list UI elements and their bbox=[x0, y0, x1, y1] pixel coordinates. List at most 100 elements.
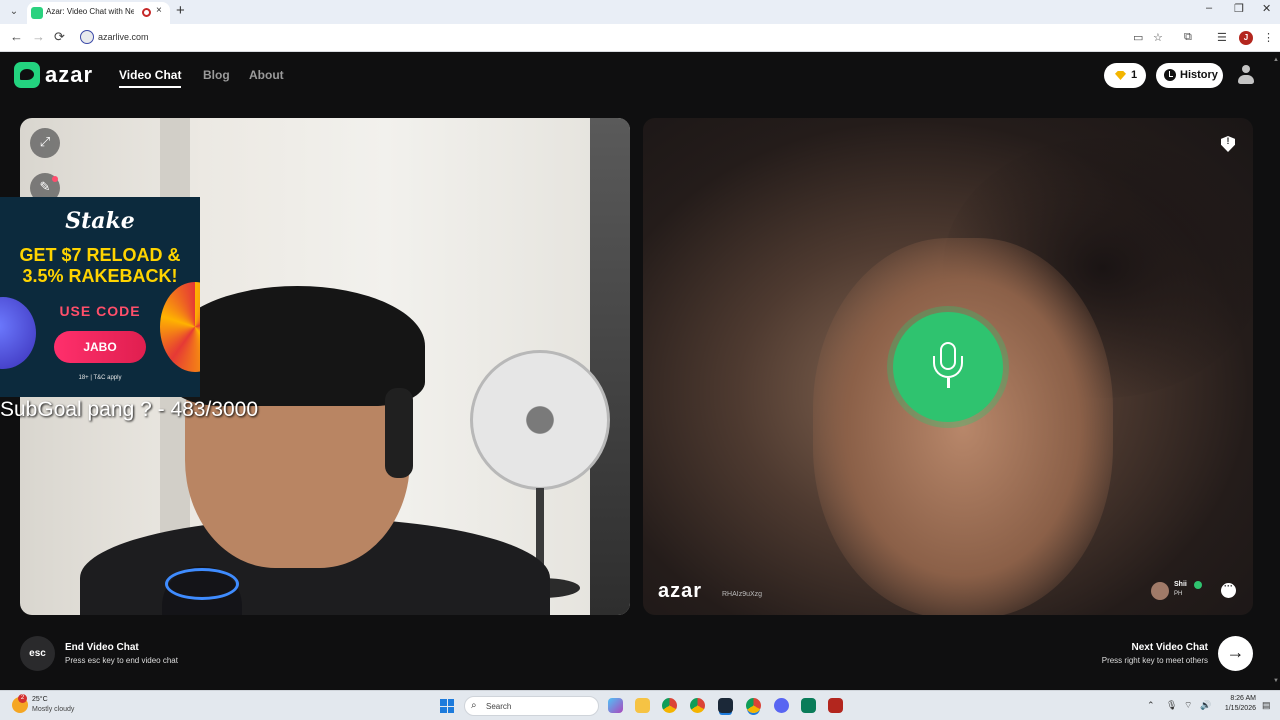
nav-about[interactable]: About bbox=[249, 68, 284, 82]
scroll-down-icon[interactable]: ▼ bbox=[1272, 678, 1280, 684]
search-icon: ⌕ bbox=[471, 700, 477, 711]
reload-button[interactable]: ⟳ bbox=[54, 29, 65, 45]
stake-ad-overlay: Stake GET $7 RELOAD & 3.5% RAKEBACK! USE… bbox=[0, 197, 200, 397]
end-chat-title: End Video Chat bbox=[65, 642, 139, 653]
dota-icon[interactable] bbox=[828, 698, 843, 713]
next-chat-title: Next Video Chat bbox=[1131, 642, 1209, 653]
remote-video: ! azar RHAIz9uXzg Shii PH ··· bbox=[643, 118, 1253, 615]
reading-list-icon[interactable]: ☰ bbox=[1217, 31, 1227, 44]
gem-icon bbox=[1115, 71, 1126, 80]
bookmark-star-icon[interactable]: ☆ bbox=[1153, 31, 1163, 44]
omnibox[interactable]: azarlive.com bbox=[74, 27, 1124, 49]
volume-icon[interactable]: 🔊 bbox=[1200, 700, 1211, 711]
weather-description[interactable]: Mostly cloudy bbox=[32, 706, 74, 713]
copilot-icon[interactable] bbox=[608, 698, 623, 713]
cast-icon[interactable]: ▭ bbox=[1133, 31, 1143, 44]
user-account-icon[interactable] bbox=[1237, 65, 1255, 85]
end-chat-hint: Press esc key to end video chat bbox=[65, 656, 178, 665]
ad-code-button: JABO bbox=[54, 331, 146, 363]
microphone-tray-icon[interactable]: 🎙 bbox=[1166, 700, 1177, 711]
search-label: Search bbox=[486, 702, 512, 711]
tab-close-icon[interactable]: × bbox=[156, 5, 162, 16]
fullscreen-button[interactable]: ⤢ bbox=[30, 128, 60, 158]
ad-terms: 18+ | T&C apply bbox=[78, 375, 122, 381]
expand-icon: ⤢ bbox=[39, 134, 51, 149]
weather-badge: 2 bbox=[18, 694, 27, 703]
person-hair bbox=[170, 286, 425, 406]
ad-headline-line-1: GET $7 RELOAD & bbox=[19, 245, 181, 265]
background-wall bbox=[590, 118, 630, 615]
next-chat-button[interactable]: → bbox=[1218, 636, 1253, 671]
ad-headline: GET $7 RELOAD & 3.5% RAKEBACK! bbox=[0, 245, 200, 287]
history-button[interactable]: History bbox=[1156, 63, 1223, 88]
maximize-button[interactable]: ❐ bbox=[1234, 2, 1244, 15]
ad-headline-line-2: 3.5% RAKEBACK! bbox=[22, 266, 178, 286]
recording-indicator-icon bbox=[142, 8, 151, 17]
close-window-button[interactable]: ✕ bbox=[1262, 2, 1271, 15]
peer-info[interactable]: Shii PH bbox=[1151, 580, 1211, 602]
next-chat-hint: Press right key to meet others bbox=[1101, 656, 1208, 665]
discord-icon[interactable] bbox=[774, 698, 789, 713]
history-clock-icon bbox=[1164, 69, 1176, 81]
tray-overflow-icon[interactable]: ⌃ bbox=[1147, 700, 1155, 711]
windows-taskbar: 2 25°C Mostly cloudy ⌕ Search ⌃ 🎙 ⌔ 🔊 8:… bbox=[0, 690, 1280, 720]
steam-icon[interactable] bbox=[718, 698, 733, 713]
chat-bubble-icon: ··· bbox=[1224, 581, 1233, 591]
network-icon[interactable]: ⌔ bbox=[1184, 700, 1192, 711]
scroll-up-icon[interactable]: ▲ bbox=[1272, 57, 1280, 63]
end-chat-button[interactable]: esc bbox=[20, 636, 55, 671]
nav-video-chat[interactable]: Video Chat bbox=[119, 68, 182, 88]
microphone-light-ring bbox=[165, 568, 239, 600]
verified-badge-icon bbox=[1194, 581, 1202, 589]
peer-name: Shii bbox=[1174, 581, 1187, 588]
azar-favicon-icon bbox=[31, 7, 43, 19]
active-tab[interactable]: Azar: Video Chat with New × bbox=[27, 2, 170, 24]
site-info-icon[interactable] bbox=[80, 30, 94, 44]
peer-avatar bbox=[1151, 582, 1169, 600]
chat-button[interactable]: ··· bbox=[1221, 581, 1236, 598]
profile-avatar[interactable]: J bbox=[1239, 31, 1253, 45]
azar-watermark: azar bbox=[658, 580, 703, 602]
electric-fan bbox=[470, 350, 610, 490]
gems-button[interactable]: 1 bbox=[1104, 63, 1146, 88]
chrome-icon[interactable] bbox=[662, 698, 677, 713]
app-icon[interactable] bbox=[801, 698, 816, 713]
voice-indicator bbox=[893, 312, 1003, 422]
history-label: History bbox=[1180, 69, 1218, 81]
nav-blog[interactable]: Blog bbox=[203, 68, 230, 82]
extensions-icon[interactable]: ⧉ bbox=[1184, 31, 1192, 44]
notification-dot bbox=[52, 176, 58, 182]
forward-button[interactable]: → bbox=[32, 29, 45, 44]
taskbar-time[interactable]: 8:26 AM bbox=[1230, 695, 1256, 702]
start-windows-icon[interactable] bbox=[440, 699, 454, 713]
gem-count: 1 bbox=[1131, 69, 1138, 81]
weather-temperature[interactable]: 25°C bbox=[32, 696, 48, 703]
back-button[interactable]: ← bbox=[10, 29, 23, 44]
tab-search-icon[interactable]: ⌄ bbox=[6, 4, 22, 20]
site-header: azar Video Chat Blog About 1 History bbox=[0, 53, 1280, 98]
url-text[interactable]: azarlive.com bbox=[98, 32, 149, 42]
tab-title: Azar: Video Chat with New bbox=[46, 7, 134, 16]
shield-exclamation: ! bbox=[1226, 136, 1230, 146]
taskbar-search[interactable]: ⌕ Search bbox=[464, 696, 599, 716]
peer-country: PH bbox=[1174, 591, 1183, 597]
ad-brand: Stake bbox=[65, 208, 135, 234]
ad-wheel-graphic bbox=[160, 282, 200, 372]
chrome-profile-icon[interactable] bbox=[690, 698, 705, 713]
tab-strip: ⌄ Azar: Video Chat with New × + – ❐ ✕ bbox=[0, 0, 1280, 24]
site-logo-text[interactable]: azar bbox=[45, 62, 93, 88]
remote-user-id: RHAIz9uXzg bbox=[722, 591, 763, 598]
azar-logo-icon[interactable] bbox=[14, 62, 40, 88]
page-scrollbar[interactable]: ▲ ▼ bbox=[1272, 53, 1280, 690]
menu-dots-icon[interactable]: ⋮ bbox=[1263, 31, 1274, 44]
ad-use-code: USE CODE bbox=[59, 303, 141, 319]
file-explorer-icon[interactable] bbox=[635, 698, 650, 713]
taskbar-date[interactable]: 1/15/2026 bbox=[1225, 705, 1256, 712]
notification-icon[interactable]: ▤ bbox=[1262, 700, 1271, 711]
remote-face-blur bbox=[813, 238, 1113, 615]
headset bbox=[385, 388, 413, 478]
new-tab-button[interactable]: + bbox=[176, 2, 185, 19]
minimize-button[interactable]: – bbox=[1206, 2, 1212, 14]
address-bar: ← → ⟳ azarlive.com ▭ ☆ ⧉ ☰ J ⋮ bbox=[0, 24, 1280, 52]
chrome-active-icon[interactable] bbox=[746, 698, 761, 713]
